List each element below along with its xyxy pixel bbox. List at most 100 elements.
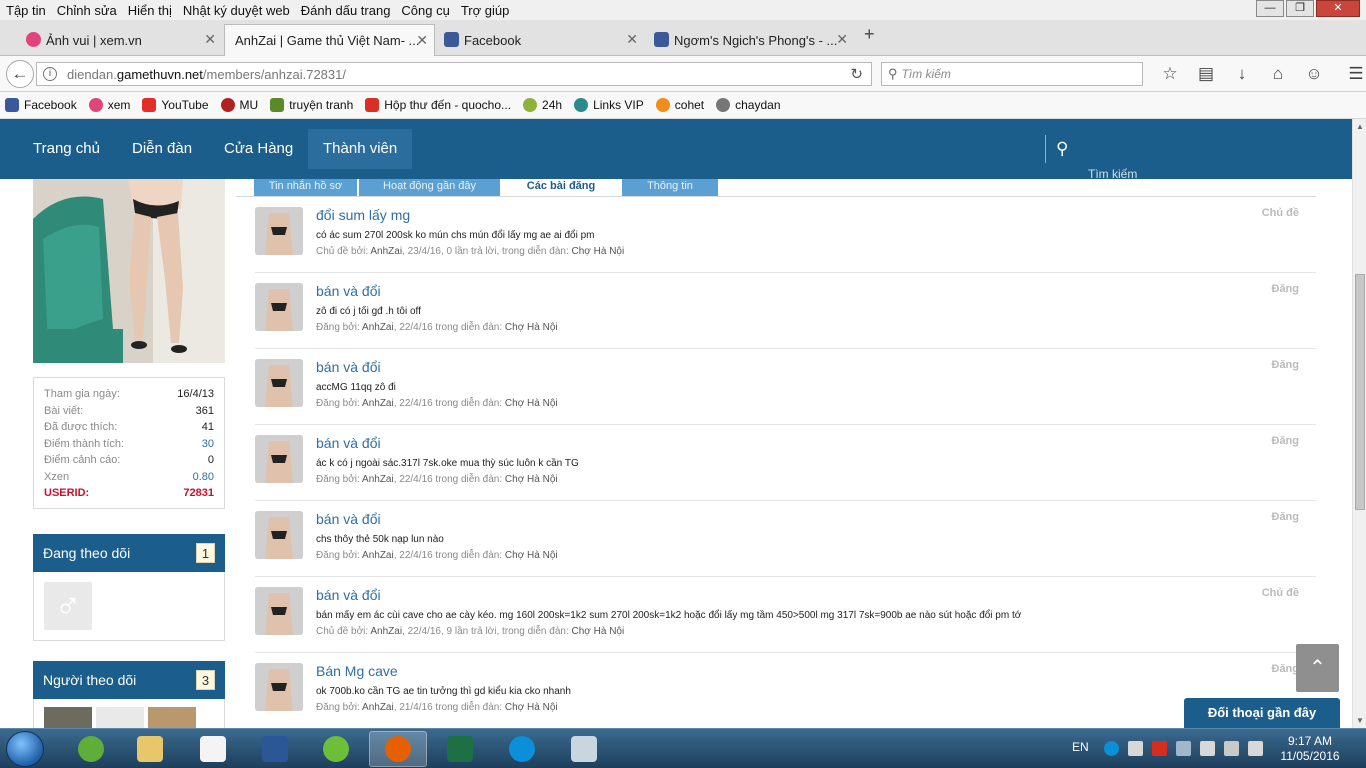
start-button[interactable] [6, 731, 44, 767]
bookmark-mu[interactable]: MU [220, 98, 258, 112]
post-snippet: ác k có j ngoài sác.317l 7sk.oke mua thỳ… [316, 458, 579, 469]
vietkey-icon[interactable] [1152, 741, 1167, 756]
tab-recent-activity[interactable]: Hoạt động gần đây [359, 179, 500, 196]
taskbar-app[interactable] [184, 731, 242, 767]
post-title[interactable]: bán và đổi [316, 283, 381, 299]
follower-avatar[interactable] [44, 707, 92, 728]
menu-file[interactable]: Tập tin [6, 3, 46, 18]
post-avatar[interactable] [255, 359, 303, 407]
post-avatar[interactable] [255, 511, 303, 559]
tab-facebook[interactable]: Facebook ✕ [438, 24, 644, 56]
scroll-to-top-button[interactable]: ⌃ [1296, 644, 1339, 692]
taskbar-app[interactable] [246, 731, 304, 767]
post-item: bán và đổi ác k có j ngoài sác.317l 7sk.… [255, 425, 1316, 501]
page-content: Tham gia ngày: 16/4/13 Bài viết: 361 Đã đư… [0, 179, 1352, 728]
bookmark-24h[interactable]: 24h [523, 98, 562, 112]
menu-edit[interactable]: Chỉnh sửa [57, 3, 117, 18]
download-icon[interactable]: ↓ [1224, 64, 1260, 84]
post-title[interactable]: bán và đổi [316, 435, 381, 451]
post-title[interactable]: Bán Mg cave [316, 663, 398, 679]
taskbar-app[interactable] [555, 731, 613, 767]
nav-home[interactable]: Trang chủ [18, 129, 115, 169]
search-input[interactable]: ⚲ Tìm kiếm [881, 62, 1143, 86]
menu-history[interactable]: Nhật ký duyệt web [183, 3, 290, 18]
menu-tools[interactable]: Công cụ [401, 3, 449, 18]
avatar[interactable] [33, 179, 225, 363]
bookmark-gmail[interactable]: Hộp thư đến - quocho... [365, 98, 511, 112]
post-avatar[interactable] [255, 207, 303, 255]
chat-icon[interactable]: ☺ [1296, 64, 1332, 84]
hamburger-menu-icon[interactable]: ☰ [1338, 64, 1366, 84]
male-avatar-icon[interactable]: ♂ [44, 582, 92, 630]
post-avatar[interactable] [255, 587, 303, 635]
bookmark-youtube[interactable]: YouTube [142, 98, 209, 112]
tab-phong[interactable]: Ngơm's Ngich's Phong's - ... ✕ [648, 24, 854, 56]
cohet-icon [655, 98, 670, 112]
menu-view[interactable]: Hiển thị [128, 3, 172, 18]
menu-bar: Tập tin Chỉnh sửa Hiển thị Nhật ký duyệt… [0, 0, 1366, 20]
minimize-button[interactable]: — [1256, 0, 1284, 17]
home-icon[interactable]: ⌂ [1260, 64, 1296, 84]
menu-bookmarks[interactable]: Đánh dấu trang [301, 3, 391, 18]
close-window-button[interactable]: ✕ [1316, 0, 1360, 17]
post-title[interactable]: đổi sum lấy mg [316, 207, 410, 223]
taskbar-app[interactable] [307, 731, 365, 767]
scrollbar-thumb[interactable] [1355, 274, 1365, 510]
clock[interactable]: 9:17 AM 11/05/2016 [1278, 734, 1342, 764]
star-icon[interactable]: ☆ [1152, 64, 1188, 84]
taskbar-app[interactable] [121, 731, 179, 767]
new-tab-button[interactable]: + [864, 24, 875, 45]
vertical-scrollbar[interactable]: ▲ ▼ [1352, 119, 1366, 728]
bookmark-truyen-tranh[interactable]: truyện tranh [270, 98, 353, 112]
bookmark-xem[interactable]: xem [88, 98, 130, 112]
follower-avatar[interactable] [96, 707, 144, 728]
post-avatar[interactable] [255, 663, 303, 711]
zalo-tray-icon[interactable] [1104, 741, 1119, 756]
nav-forums[interactable]: Diễn đàn [117, 129, 207, 169]
language-indicator[interactable]: EN [1072, 740, 1089, 754]
close-tab-icon[interactable]: ✕ [626, 31, 638, 48]
taskbar-app[interactable] [493, 731, 551, 767]
taskbar-app[interactable] [369, 731, 427, 767]
close-tab-icon[interactable]: ✕ [416, 32, 428, 49]
followers-header: Người theo dõi 3 [33, 661, 225, 699]
taskbar-app[interactable] [431, 731, 489, 767]
bookmark-links-vip[interactable]: Links VIP [574, 98, 644, 112]
maximize-button[interactable]: ❐ [1286, 0, 1314, 17]
scroll-up-icon[interactable]: ▲ [1353, 122, 1366, 131]
follower-avatar[interactable] [148, 707, 196, 728]
post-avatar[interactable] [255, 435, 303, 483]
post-meta: Đăng bởi: AnhZai, 22/4/16 trong diễn đàn… [316, 550, 558, 561]
tab-xem[interactable]: Ảnh vui | xem.vn ✕ [20, 24, 222, 56]
power-icon[interactable] [1200, 741, 1215, 756]
back-button[interactable]: ← [6, 60, 34, 88]
taskbar-app[interactable] [62, 731, 120, 767]
info-icon[interactable]: i [43, 67, 57, 81]
network-icon[interactable] [1176, 741, 1191, 756]
tab-information[interactable]: Thông tin [622, 179, 718, 196]
address-bar[interactable]: i diendan.gamethuvn.net/members/anhzai.7… [36, 62, 872, 86]
search-icon[interactable]: ⚲ [1056, 139, 1068, 159]
post-title[interactable]: bán và đổi [316, 511, 381, 527]
scroll-down-icon[interactable]: ▼ [1353, 716, 1366, 725]
post-title[interactable]: bán và đổi [316, 587, 381, 603]
post-avatar[interactable] [255, 283, 303, 331]
bookmark-cohet[interactable]: cohet [655, 98, 704, 112]
reload-icon[interactable]: ↻ [850, 65, 863, 83]
bookmark-facebook[interactable]: Facebook [5, 98, 77, 112]
nav-shop[interactable]: Cửa Hàng [209, 129, 308, 169]
bookmark-chaydan[interactable]: chaydan [716, 98, 781, 112]
menu-help[interactable]: Trợ giúp [461, 3, 510, 18]
recent-conversations-button[interactable]: Đối thoại gần đây [1184, 698, 1340, 728]
reading-list-icon[interactable]: ▤ [1188, 64, 1224, 84]
volume-icon[interactable] [1248, 741, 1263, 756]
tab-postings[interactable]: Các bài đăng [502, 179, 620, 196]
close-tab-icon[interactable]: ✕ [836, 31, 848, 48]
nav-members[interactable]: Thành viên [308, 129, 413, 169]
tab-anhzai[interactable]: AnhZai | Game thủ Việt Nam- ... ✕ [224, 24, 435, 56]
monitor-icon[interactable] [1128, 741, 1143, 756]
post-title[interactable]: bán và đổi [316, 359, 381, 375]
close-tab-icon[interactable]: ✕ [204, 31, 216, 48]
signal-icon[interactable] [1224, 741, 1239, 756]
tab-profile-posts[interactable]: Tin nhắn hồ sơ [254, 179, 357, 196]
